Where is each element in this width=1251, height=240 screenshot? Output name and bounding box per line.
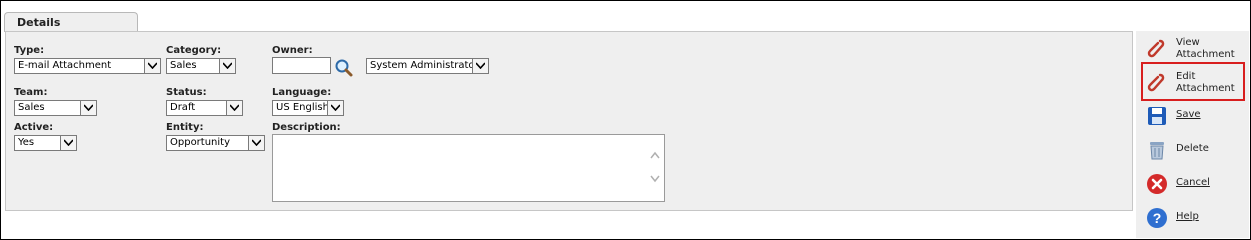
- team-select[interactable]: Sales: [14, 100, 97, 116]
- chevron-down-icon[interactable]: [80, 101, 96, 115]
- type-select-value: E-mail Attachment: [18, 60, 112, 71]
- chevron-down-icon[interactable]: [472, 59, 488, 73]
- type-label: Type:: [14, 45, 45, 56]
- highlight-box: [1141, 62, 1245, 101]
- tab-details-label: Details: [17, 16, 61, 29]
- chevron-down-icon[interactable]: [144, 59, 160, 73]
- save-button[interactable]: Save: [1140, 101, 1248, 131]
- chevron-down-icon[interactable]: [327, 101, 343, 115]
- owner-input[interactable]: [272, 57, 331, 74]
- team-select-value: Sales: [18, 102, 45, 113]
- description-label: Description:: [272, 122, 341, 133]
- team-label: Team:: [14, 87, 48, 98]
- category-label: Category:: [166, 45, 222, 56]
- svg-text:?: ?: [1153, 210, 1162, 226]
- chevron-down-icon[interactable]: [219, 59, 235, 73]
- entity-select[interactable]: Opportunity: [166, 135, 265, 151]
- language-select-value: US English: [276, 102, 329, 113]
- language-select[interactable]: US English: [272, 100, 344, 116]
- owner-label: Owner:: [272, 45, 313, 56]
- search-icon[interactable]: [334, 58, 354, 78]
- save-button-label: Save: [1176, 109, 1201, 120]
- category-select-value: Sales: [170, 60, 197, 71]
- language-label: Language:: [272, 87, 332, 98]
- delete-button[interactable]: Delete: [1140, 135, 1248, 165]
- entity-select-value: Opportunity: [170, 137, 231, 148]
- owner-select[interactable]: System Administrator: [366, 58, 489, 74]
- category-select[interactable]: Sales: [166, 58, 236, 74]
- owner-select-value: System Administrator: [370, 60, 479, 71]
- status-label: Status:: [166, 87, 207, 98]
- entity-label: Entity:: [166, 122, 204, 133]
- scroll-up-icon[interactable]: [650, 151, 660, 159]
- active-label: Active:: [14, 122, 54, 133]
- help-button[interactable]: ? Help: [1140, 203, 1248, 233]
- scroll-down-icon[interactable]: [650, 175, 660, 183]
- description-textarea[interactable]: [272, 134, 665, 202]
- paperclip-icon: [1146, 38, 1168, 60]
- floppy-disk-icon: [1146, 105, 1168, 127]
- chevron-down-icon[interactable]: [60, 136, 76, 150]
- tab-details[interactable]: Details: [4, 12, 138, 32]
- chevron-down-icon[interactable]: [248, 136, 264, 150]
- view-attachment-line2: Attachment: [1176, 49, 1235, 60]
- help-question-icon: ?: [1146, 207, 1168, 229]
- help-button-label: Help: [1176, 211, 1199, 222]
- status-select[interactable]: Draft: [166, 100, 243, 116]
- trash-icon: [1146, 139, 1168, 161]
- status-select-value: Draft: [170, 102, 196, 113]
- chevron-down-icon[interactable]: [226, 101, 242, 115]
- view-attachment-button[interactable]: View Attachment: [1140, 34, 1248, 64]
- cancel-x-icon: [1146, 173, 1168, 195]
- active-select-value: Yes: [18, 137, 35, 148]
- cancel-button[interactable]: Cancel: [1140, 169, 1248, 199]
- type-select[interactable]: E-mail Attachment: [14, 58, 161, 74]
- view-attachment-line1: View: [1176, 37, 1200, 48]
- delete-button-label: Delete: [1176, 143, 1209, 154]
- active-select[interactable]: Yes: [14, 135, 77, 151]
- cancel-button-label: Cancel: [1176, 177, 1210, 188]
